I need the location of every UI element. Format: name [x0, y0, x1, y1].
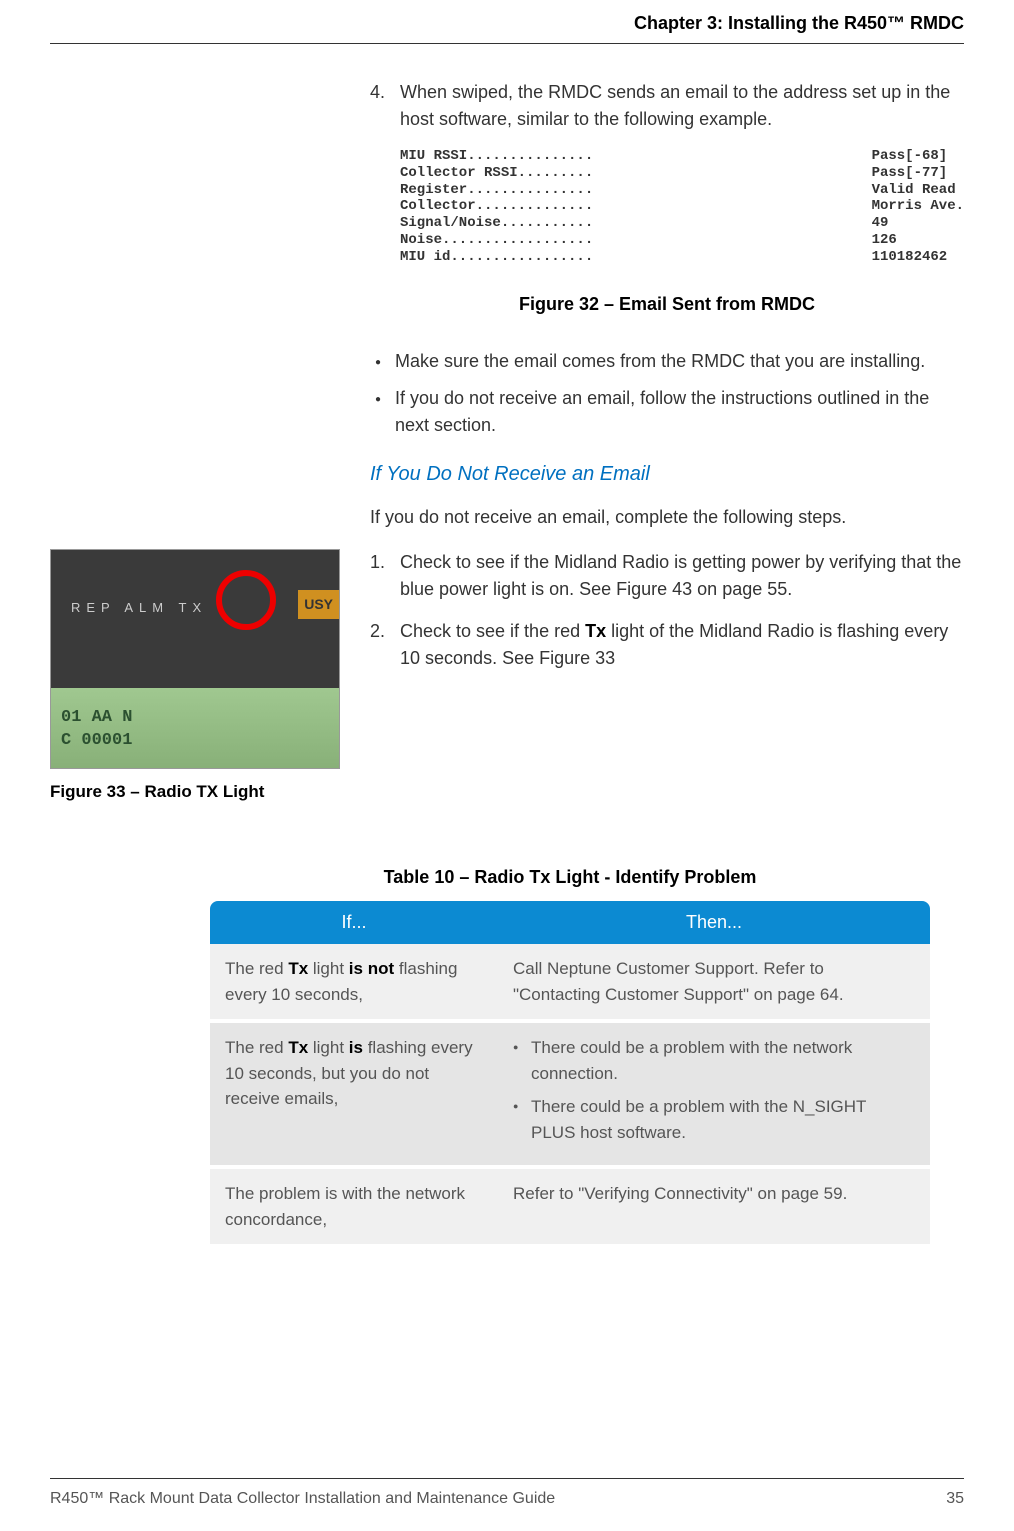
table-cell-then: ●There could be a problem with the netwo… [498, 1021, 930, 1167]
bullet-item: ● If you do not receive an email, follow… [370, 385, 964, 439]
radio-busy-label: USY [298, 590, 339, 619]
troubleshoot-table: If... Then... The red Tx light is not fl… [210, 901, 930, 1248]
bullet-text: Make sure the email comes from the RMDC … [395, 348, 964, 375]
step-4: 4. When swiped, the RMDC sends an email … [370, 79, 964, 133]
page-header: Chapter 3: Installing the R450™ RMDC [50, 0, 964, 44]
table-row: The problem is with the network concorda… [210, 1167, 930, 1246]
step-text: When swiped, the RMDC sends an email to … [400, 79, 964, 133]
bullet-item: ● Make sure the email comes from the RMD… [370, 348, 964, 375]
page-footer: R450™ Rack Mount Data Collector Installa… [50, 1478, 964, 1531]
footer-title: R450™ Rack Mount Data Collector Installa… [50, 1487, 555, 1511]
radio-lcd: 01 AA N C 00001 [51, 688, 339, 768]
step-text: Check to see if the Midland Radio is get… [400, 549, 964, 603]
step-number: 4. [370, 79, 400, 133]
table-header-then: Then... [498, 901, 930, 944]
table-header-if: If... [210, 901, 498, 944]
table-cell-if: The problem is with the network concorda… [210, 1167, 498, 1246]
bullet-icon: ● [370, 348, 395, 375]
lcd-line: C 00001 [61, 729, 329, 753]
step-text: Check to see if the red Tx light of the … [400, 618, 964, 672]
table-cell-if: The red Tx light is not flashing every 1… [210, 944, 498, 1021]
step-2: 2. Check to see if the red Tx light of t… [370, 618, 964, 672]
table-row: The red Tx light is not flashing every 1… [210, 944, 930, 1021]
table-cell-then: Call Neptune Customer Support. Refer to … [498, 944, 930, 1021]
intro-para: If you do not receive an email, complete… [370, 504, 964, 531]
figure-33-caption: Figure 33 – Radio TX Light [50, 779, 340, 805]
email-example: MIU RSSI............... Collector RSSI..… [400, 148, 964, 266]
table-cell-then: Refer to "Verifying Connectivity" on pag… [498, 1167, 930, 1246]
red-highlight-circle [216, 570, 276, 630]
email-values: Pass[-68] Pass[-77] Valid Read Morris Av… [872, 148, 964, 266]
table-cell-if: The red Tx light is flashing every 10 se… [210, 1021, 498, 1167]
email-labels: MIU RSSI............... Collector RSSI..… [400, 148, 593, 266]
lcd-line: 01 AA N [61, 706, 329, 730]
figure-32-caption: Figure 32 – Email Sent from RMDC [370, 291, 964, 318]
bullet-icon: ● [370, 385, 395, 439]
radio-panel-labels: REP ALM TX [71, 598, 207, 618]
step-number: 1. [370, 549, 400, 603]
subheading: If You Do Not Receive an Email [370, 459, 964, 489]
table-10-caption: Table 10 – Radio Tx Light - Identify Pro… [210, 864, 930, 891]
step-number: 2. [370, 618, 400, 672]
bullet-text: If you do not receive an email, follow t… [395, 385, 964, 439]
step-1: 1. Check to see if the Midland Radio is … [370, 549, 964, 603]
radio-image: REP ALM TX USY 01 AA N C 00001 [50, 549, 340, 769]
page-number: 35 [946, 1487, 964, 1511]
table-row: The red Tx light is flashing every 10 se… [210, 1021, 930, 1167]
